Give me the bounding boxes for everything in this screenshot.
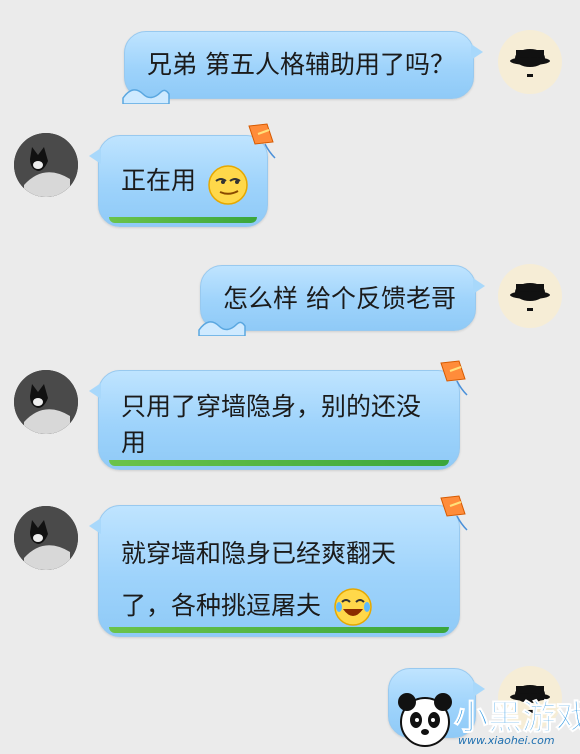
watermark-url: www.xiaohei.com xyxy=(458,734,555,747)
watermark: 小黑游戏 www.xiaohei.com xyxy=(392,688,580,754)
watermark-brand: 小黑游戏 xyxy=(454,698,580,739)
kite-icon xyxy=(440,495,468,531)
message-text-line: 就穿墙和隐身已经爽翻天 xyxy=(121,539,397,568)
message-bubble-incoming[interactable]: 正在用 xyxy=(89,123,276,227)
bubble-tail xyxy=(473,278,485,294)
avatar-hat[interactable] xyxy=(498,30,562,94)
message-bubble-incoming[interactable]: 就穿墙和隐身已经爽翻天 了，各种挑逗屠夫 xyxy=(89,495,468,637)
hat-icon xyxy=(510,49,550,77)
message-text: 正在用 xyxy=(121,166,197,195)
message-bubble-outgoing[interactable]: 怎么样 给个反馈老哥 xyxy=(198,265,485,336)
avatar-husky[interactable] xyxy=(14,133,78,197)
message-bubble-incoming[interactable]: 只用了穿墙隐身，别的还没 用 xyxy=(89,360,468,470)
husky-icon xyxy=(14,370,78,434)
bubble-tail xyxy=(89,383,101,399)
message-text-line: 了，各种挑逗屠夫 xyxy=(121,591,322,620)
kite-icon xyxy=(248,123,276,159)
wave-decoration-icon xyxy=(122,89,170,104)
message-text: 兄弟 第五人格辅助用了吗？ xyxy=(147,50,455,79)
avatar-husky[interactable] xyxy=(14,370,78,434)
message-bubble-outgoing[interactable]: 兄弟 第五人格辅助用了吗？ xyxy=(122,31,483,104)
hat-icon xyxy=(510,283,550,311)
message-text-line: 只用了穿墙隐身，别的还没 xyxy=(121,392,422,421)
message-text: 怎么样 给个反馈老哥 xyxy=(223,284,456,313)
kite-icon xyxy=(440,360,468,396)
smirk-emoji-icon xyxy=(208,165,248,205)
message-text-line: 用 xyxy=(121,428,147,457)
avatar-hat[interactable] xyxy=(498,264,562,328)
bubble-tail xyxy=(471,44,483,60)
bubble-tail xyxy=(89,518,101,534)
bubble-tail xyxy=(89,148,101,164)
grass-decoration xyxy=(109,217,257,223)
husky-icon xyxy=(14,506,78,570)
laugh-cry-emoji-icon xyxy=(334,588,372,626)
wave-decoration-icon xyxy=(198,321,246,336)
grass-decoration xyxy=(109,627,449,633)
panda-logo-icon xyxy=(398,693,452,747)
husky-icon xyxy=(14,133,78,197)
avatar-husky[interactable] xyxy=(14,506,78,570)
